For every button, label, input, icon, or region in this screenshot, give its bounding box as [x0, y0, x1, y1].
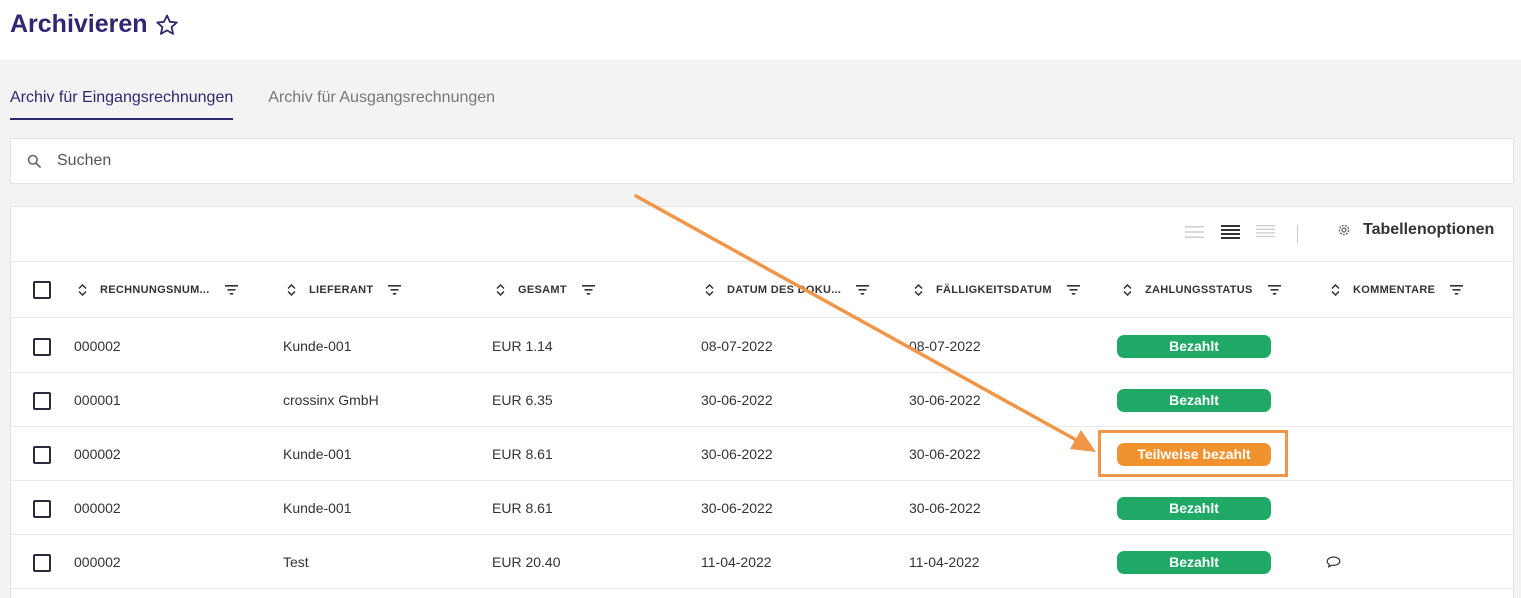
toolbar-divider [1297, 225, 1298, 243]
filter-icon[interactable] [224, 285, 238, 295]
sort-icon[interactable] [287, 284, 296, 296]
column-header-datum[interactable]: DATUM DES DOKU... [705, 262, 870, 318]
table-row[interactable]: 000001 crossinx GmbH EUR 6.35 30-06-2022… [11, 373, 1513, 427]
column-label: KOMMENTARE [1353, 284, 1436, 296]
column-header-zahlungsstatus[interactable]: ZAHLUNGSSTATUS [1123, 262, 1281, 318]
cell-gesamt: EUR 8.61 [492, 446, 553, 462]
table-row[interactable]: 000002 Kunde-001 EUR 8.61 30-06-2022 30-… [11, 481, 1513, 535]
column-header-gesamt[interactable]: GESAMT [496, 262, 595, 318]
sort-icon[interactable] [1331, 284, 1340, 296]
column-label: ZAHLUNGSSTATUS [1145, 284, 1253, 296]
cell-rechnungsnummer: 000002 [74, 554, 121, 570]
density-comfortable-icon[interactable] [1256, 224, 1275, 240]
cell-datum: 30-06-2022 [701, 392, 773, 408]
table-toolbar: Tabellenoptionen [11, 207, 1513, 262]
sort-icon[interactable] [705, 284, 714, 296]
sort-icon[interactable] [914, 284, 923, 296]
search-bar [10, 138, 1514, 184]
select-all-checkbox[interactable] [33, 281, 51, 299]
page-title-text: Archivieren [10, 10, 148, 38]
cell-gesamt: EUR 8.61 [492, 500, 553, 516]
cell-faelligkeitsdatum: 30-06-2022 [909, 500, 981, 516]
search-icon [27, 154, 41, 168]
column-header-rechnungsnummer[interactable]: RECHNUNGSNUM... [78, 262, 238, 318]
sort-icon[interactable] [78, 284, 87, 296]
tab-eingangsrechnungen[interactable]: Archiv für Eingangsrechnungen [10, 78, 234, 120]
status-badge: Bezahlt [1117, 551, 1271, 574]
filter-icon[interactable] [1267, 285, 1281, 295]
column-header-faelligkeitsdatum[interactable]: FÄLLIGKEITSDATUM [914, 262, 1080, 318]
sort-icon[interactable] [496, 284, 505, 296]
cell-gesamt: EUR 20.40 [492, 554, 561, 570]
row-checkbox[interactable] [33, 446, 51, 464]
status-badge-partial: Teilweise bezahlt [1117, 443, 1271, 466]
filter-icon[interactable] [581, 285, 595, 295]
table-row[interactable]: 000002 Kunde-001 EUR 8.61 30-06-2022 30-… [11, 427, 1513, 481]
filter-icon[interactable] [856, 285, 870, 295]
cell-gesamt: EUR 1.14 [492, 338, 553, 354]
column-label: FÄLLIGKEITSDATUM [936, 284, 1052, 296]
table-row[interactable]: 000002 Kunde-001 EUR 1.14 08-07-2022 08-… [11, 319, 1513, 373]
archive-tabs: Archiv für Eingangsrechnungen Archiv für… [10, 78, 530, 120]
table-options-label: Tabellenoptionen [1363, 221, 1495, 238]
column-label: GESAMT [518, 284, 567, 296]
cell-faelligkeitsdatum: 30-06-2022 [909, 446, 981, 462]
cell-gesamt: EUR 6.35 [492, 392, 553, 408]
sort-icon[interactable] [1123, 284, 1132, 296]
cell-faelligkeitsdatum: 30-06-2022 [909, 392, 981, 408]
column-label: LIEFERANT [309, 284, 374, 296]
search-input[interactable] [57, 152, 1457, 170]
table-row[interactable]: 000002 Test EUR 20.40 11-04-2022 11-04-2… [11, 535, 1513, 589]
status-badge: Bezahlt [1117, 335, 1271, 358]
status-badge: Bezahlt [1117, 497, 1271, 520]
column-header-kommentare[interactable]: KOMMENTARE [1331, 262, 1464, 318]
table-options-button[interactable]: Tabellenoptionen [1337, 221, 1494, 239]
cell-faelligkeitsdatum: 11-04-2022 [909, 554, 980, 570]
row-checkbox[interactable] [33, 500, 51, 518]
column-label: DATUM DES DOKU... [727, 284, 842, 296]
cell-datum: 30-06-2022 [701, 500, 773, 516]
cell-rechnungsnummer: 000002 [74, 338, 121, 354]
row-checkbox[interactable] [33, 338, 51, 356]
status-badge: Bezahlt [1117, 389, 1271, 412]
top-bar: Archivieren [0, 0, 1521, 59]
gear-icon [1338, 224, 1350, 236]
filter-icon[interactable] [388, 285, 402, 295]
row-checkbox[interactable] [33, 392, 51, 410]
row-checkbox[interactable] [33, 554, 51, 572]
comment-icon[interactable] [1326, 556, 1341, 568]
density-standard-icon[interactable] [1221, 224, 1240, 240]
filter-icon[interactable] [1450, 285, 1464, 295]
cell-datum: 08-07-2022 [701, 338, 773, 354]
cell-lieferant: Kunde-001 [283, 500, 352, 516]
table-header: RECHNUNGSNUM... LIEFERANT GESAMT DATUM D… [11, 262, 1513, 318]
cell-datum: 11-04-2022 [701, 554, 772, 570]
cell-rechnungsnummer: 000001 [74, 392, 121, 408]
filter-icon[interactable] [1066, 285, 1080, 295]
cell-faelligkeitsdatum: 08-07-2022 [909, 338, 981, 354]
cell-rechnungsnummer: 000002 [74, 500, 121, 516]
cell-lieferant: Kunde-001 [283, 446, 352, 462]
star-icon[interactable] [155, 13, 179, 37]
cell-lieferant: Kunde-001 [283, 338, 352, 354]
cell-lieferant: crossinx GmbH [283, 392, 379, 408]
cell-rechnungsnummer: 000002 [74, 446, 121, 462]
column-header-lieferant[interactable]: LIEFERANT [287, 262, 402, 318]
tab-ausgangsrechnungen[interactable]: Archiv für Ausgangsrechnungen [268, 78, 495, 120]
table-panel: Tabellenoptionen RECHNUNGSNUM... LIEFERA… [10, 206, 1514, 598]
column-label: RECHNUNGSNUM... [100, 284, 210, 296]
cell-datum: 30-06-2022 [701, 446, 773, 462]
cell-lieferant: Test [283, 554, 309, 570]
density-compact-icon[interactable] [1185, 224, 1204, 240]
page-title: Archivieren [10, 10, 179, 39]
